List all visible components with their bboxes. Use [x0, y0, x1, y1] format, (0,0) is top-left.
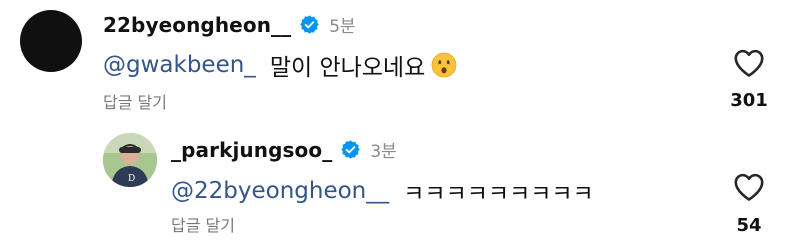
avatar[interactable]	[20, 10, 82, 72]
verified-badge-icon	[341, 140, 360, 159]
mention-link[interactable]: @gwakbeen_	[103, 52, 256, 78]
reply-button[interactable]: 답글 달기	[103, 89, 167, 113]
comment-text: 말이 안나오네요	[269, 55, 426, 81]
reply-comment: D _parkjungsoo_ 3분 @22byeongheon__ ㅋㅋㅋㅋㅋ…	[0, 123, 800, 247]
comment-body: @22byeongheon__ ㅋㅋㅋㅋㅋㅋㅋㅋㅋ	[171, 174, 594, 208]
profile-photo: D	[103, 133, 157, 187]
comment: 22byeongheon__ 5분 @gwakbeen_ 말이 안나오네요 답글…	[0, 0, 800, 123]
like-control: 301	[724, 48, 774, 111]
username[interactable]: _parkjungsoo_	[171, 138, 332, 162]
like-count: 54	[736, 215, 762, 236]
verified-badge-icon	[300, 15, 319, 34]
reply-button[interactable]: 답글 달기	[171, 212, 235, 236]
timestamp: 3분	[370, 142, 397, 162]
username[interactable]: 22byeongheon__	[103, 13, 291, 37]
timestamp: 5분	[329, 17, 356, 37]
comment-body: @gwakbeen_ 말이 안나오네요	[103, 48, 457, 82]
heart-icon[interactable]	[732, 172, 766, 202]
svg-text:D: D	[128, 174, 135, 184]
comment-text: ㅋㅋㅋㅋㅋㅋㅋㅋㅋ	[403, 181, 594, 207]
avatar[interactable]: D	[103, 133, 157, 187]
astonished-face-icon	[431, 52, 457, 78]
comment-header: _parkjungsoo_ 3분	[171, 137, 397, 163]
comment-header: 22byeongheon__ 5분	[103, 12, 356, 38]
like-count: 301	[730, 90, 768, 111]
mention-link[interactable]: @22byeongheon__	[171, 178, 389, 204]
heart-icon[interactable]	[732, 48, 766, 78]
like-control: 54	[724, 172, 774, 236]
